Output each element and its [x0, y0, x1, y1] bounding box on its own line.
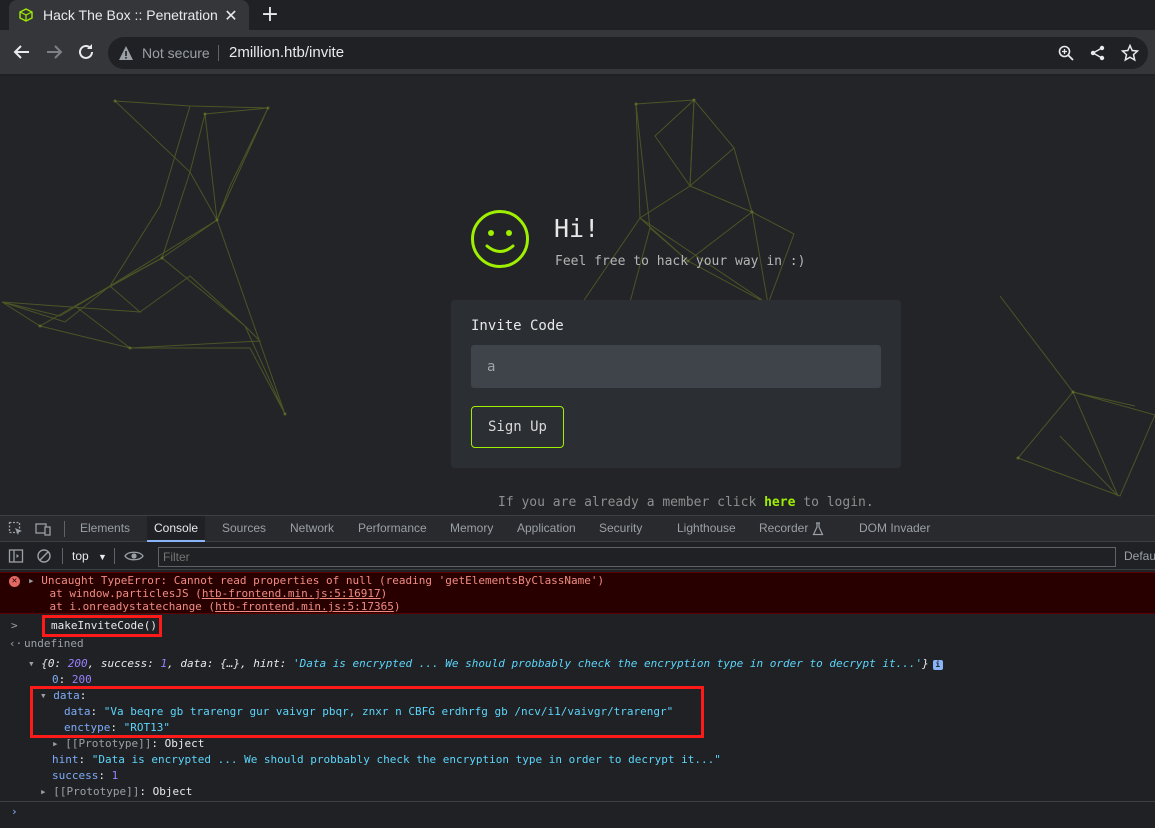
summary-close: }: [922, 657, 929, 670]
warning-triangle-icon[interactable]: [118, 45, 134, 61]
flask-icon: [812, 522, 824, 536]
summary-mid1: , success:: [87, 657, 161, 670]
prompt-divider: [0, 801, 1155, 802]
login-prefix-text: If you are already a member click: [498, 495, 765, 510]
inner-prototype[interactable]: ▸ [[Prototype]]: Object: [52, 736, 204, 752]
login-here-link[interactable]: here: [764, 495, 795, 510]
chevron-down-icon: ▼: [98, 552, 107, 562]
return-arrow-icon: ‹·: [9, 637, 23, 650]
key-0: 0: [52, 673, 59, 686]
inner-proto-label: [[Prototype]]: [65, 737, 152, 750]
device-toolbar-icon[interactable]: [35, 521, 51, 537]
data-highlight-box: [30, 686, 704, 738]
prop-hint: hint: "Data is encrypted ... We should p…: [52, 753, 721, 766]
reload-icon[interactable]: [75, 41, 97, 63]
zoom-icon[interactable]: [1057, 44, 1075, 62]
tab-application[interactable]: Application: [510, 516, 583, 542]
close-tab-icon[interactable]: ✕: [223, 6, 239, 25]
val-success: 1: [111, 769, 119, 782]
key-success: success: [52, 769, 99, 782]
tab-security[interactable]: Security: [592, 516, 649, 542]
outer-prototype-caret-icon[interactable]: ▸: [40, 785, 47, 798]
summary-mid2: , data: {…}, hint:: [167, 657, 293, 670]
error-stack-line-2: at i.onreadystatechange (htb-frontend.mi…: [23, 599, 401, 615]
url-text[interactable]: 2million.htb/invite: [229, 44, 344, 61]
htb-favicon-icon: [19, 8, 33, 22]
clear-console-icon[interactable]: [36, 548, 52, 564]
val-hint: "Data is encrypted ... We should probbab…: [91, 753, 721, 766]
context-value: top: [72, 549, 89, 563]
tab-title: Hack The Box :: Penetration: [43, 7, 217, 23]
summary-hint: 'Data is encrypted ... We should probbab…: [292, 657, 923, 670]
tab-lighthouse[interactable]: Lighthouse: [670, 516, 743, 542]
tab-dom-invader[interactable]: DOM Invader: [852, 516, 937, 542]
new-tab-button[interactable]: +: [259, 3, 281, 27]
eye-icon[interactable]: [124, 548, 144, 564]
security-label[interactable]: Not secure: [142, 45, 210, 61]
tab-network[interactable]: Network: [283, 516, 341, 542]
smiley-face-icon: [471, 210, 529, 268]
devtools-panel: Elements Console Sources Network Perform…: [0, 515, 1155, 828]
sign-up-button[interactable]: Sign Up: [471, 406, 564, 448]
key-hint: hint: [52, 753, 79, 766]
prototype-caret-icon[interactable]: ▸: [52, 737, 59, 750]
invite-code-label: Invite Code: [471, 318, 564, 334]
tab-recorder[interactable]: Recorder: [752, 516, 815, 542]
info-icon[interactable]: i: [932, 660, 943, 670]
command-highlight-box: [42, 615, 162, 637]
log-levels-dropdown[interactable]: Default levels: [1124, 549, 1155, 563]
filterbar-divider-2: [114, 548, 115, 564]
input-prompt-icon: >: [11, 619, 18, 632]
console-output: ✕ ▸ Uncaught TypeError: Cannot read prop…: [0, 571, 1155, 828]
forward-arrow-icon[interactable]: [43, 41, 65, 63]
filterbar-divider: [62, 548, 63, 564]
browser-toolbar: Not secure 2million.htb/invite: [0, 30, 1155, 75]
page-viewport: Hi! Feel free to hack your way in :) Inv…: [0, 76, 1155, 515]
tab-memory[interactable]: Memory: [443, 516, 500, 542]
share-icon[interactable]: [1089, 44, 1107, 62]
login-suffix-text: to login.: [795, 495, 874, 510]
greeting-subtitle: Feel free to hack your way in :): [555, 254, 806, 269]
tab-console[interactable]: Console: [147, 516, 206, 542]
browser-tab[interactable]: Hack The Box :: Penetration ✕: [9, 0, 249, 30]
sidebar-toggle-icon[interactable]: [8, 548, 24, 564]
bookmark-star-icon[interactable]: [1121, 44, 1139, 62]
address-bar[interactable]: Not secure 2million.htb/invite: [108, 37, 1148, 69]
invite-card: Invite Code Sign Up: [451, 300, 901, 468]
error-icon: ✕: [9, 576, 20, 587]
invite-code-input[interactable]: [471, 345, 881, 388]
collapse-caret-icon[interactable]: ▾: [28, 657, 35, 670]
prop-success: success: 1: [52, 769, 119, 782]
tab-performance[interactable]: Performance: [351, 516, 434, 542]
outer-proto-value: Object: [152, 785, 193, 798]
summary-200: 200: [67, 657, 88, 670]
inner-proto-value: Object: [164, 737, 205, 750]
toolbar-divider: [64, 521, 65, 537]
console-prompt-icon[interactable]: ›: [11, 804, 18, 820]
summary-open: {0:: [41, 657, 68, 670]
stack2-prefix: at i.onreadystatechange (: [23, 600, 216, 613]
tab-sources[interactable]: Sources: [215, 516, 273, 542]
outer-prototype[interactable]: ▸ [[Prototype]]: Object: [40, 784, 192, 800]
stack2-suffix: ): [393, 600, 401, 613]
address-separator: [218, 45, 219, 61]
console-toolbar: top ▼ Default levels: [0, 543, 1155, 570]
devtools-tab-bar: Elements Console Sources Network Perform…: [0, 516, 1155, 542]
return-value: undefined: [24, 637, 84, 650]
context-selector[interactable]: top ▼: [72, 549, 107, 563]
tab-elements[interactable]: Elements: [73, 516, 137, 542]
object-summary[interactable]: ▾ {0: 200, success: 1, data: {…}, hint: …: [28, 656, 943, 672]
val-0: 200: [71, 673, 92, 686]
greeting-heading: Hi!: [554, 214, 600, 243]
back-arrow-icon[interactable]: [11, 41, 33, 63]
console-filter-input[interactable]: [158, 547, 1116, 567]
login-prompt: If you are already a member click here t…: [498, 495, 874, 510]
stack2-link[interactable]: htb-frontend.min.js:5:17365: [215, 600, 394, 613]
outer-proto-label: [[Prototype]]: [53, 785, 140, 798]
tab-strip: Hack The Box :: Penetration ✕ +: [0, 0, 1155, 30]
inspect-element-icon[interactable]: [8, 521, 24, 537]
error-message-block: ✕ ▸ Uncaught TypeError: Cannot read prop…: [0, 572, 1155, 614]
